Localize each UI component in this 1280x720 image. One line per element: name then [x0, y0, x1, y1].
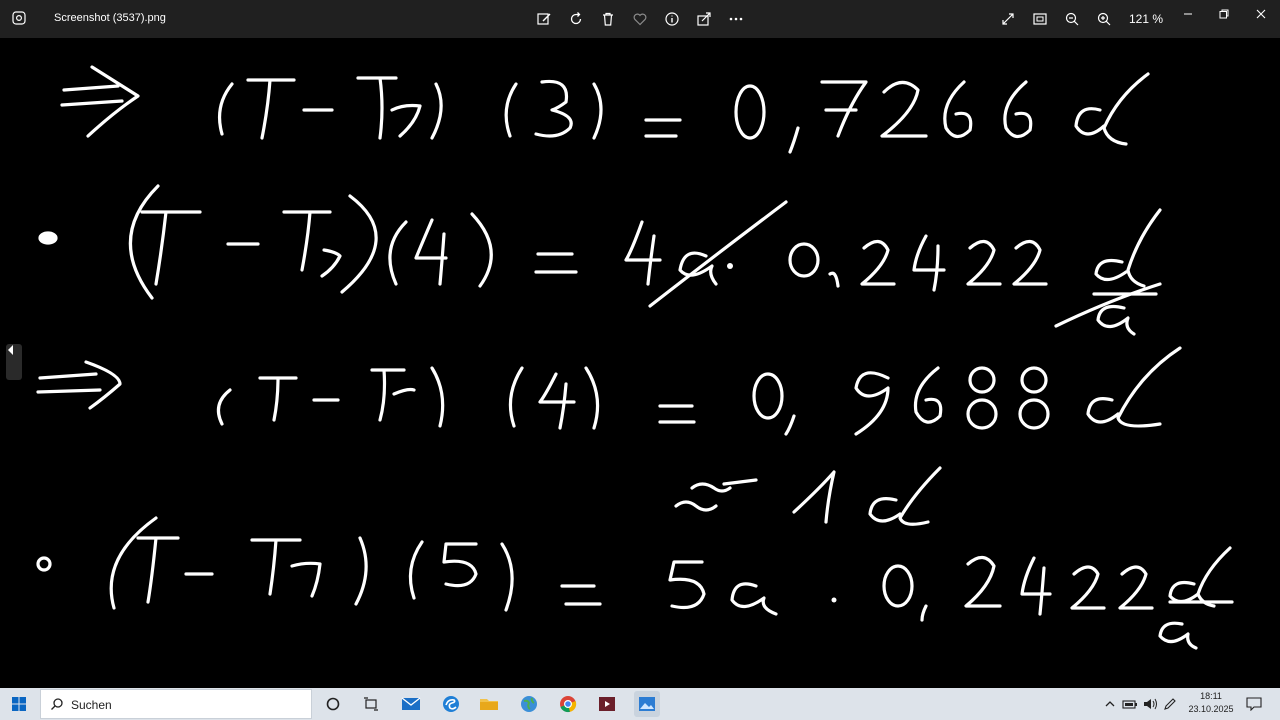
photos-icon [639, 697, 655, 711]
image-viewer-canvas: ⇒ (T−T1)(3) = 0,7266d [0, 38, 1280, 688]
pen-icon [1164, 698, 1176, 710]
expand-icon [1002, 13, 1014, 25]
share-icon [697, 12, 711, 26]
chrome-browser-button[interactable] [555, 691, 581, 717]
zoom-out-button[interactable] [1060, 7, 1084, 31]
film-icon [599, 697, 615, 711]
photos-app-button[interactable] [634, 691, 660, 717]
speaker-icon [1144, 698, 1157, 710]
minimize-icon [1184, 13, 1192, 15]
chrome-icon [560, 696, 577, 713]
zoom-out-icon [1065, 12, 1079, 26]
equation-line-3: ⇒ (T−T1)(4) = 0,9688d ≈ 1d [36, 346, 1182, 526]
rotate-button[interactable] [564, 7, 588, 31]
video-editor-button[interactable] [594, 691, 620, 717]
fit-icon [1033, 13, 1047, 25]
restore-icon [1219, 9, 1229, 19]
windows-icon [12, 697, 26, 711]
previous-image-button[interactable] [6, 344, 22, 380]
expand-button[interactable] [996, 7, 1020, 31]
clock-time: 18:11 [1200, 691, 1222, 701]
more-options-button[interactable] [724, 7, 748, 31]
battery-status[interactable] [1122, 696, 1138, 712]
cortana-button[interactable] [320, 691, 346, 717]
info-icon [665, 12, 679, 26]
clock-date: 23.10.2025 [1188, 704, 1234, 714]
equation-line-2: • (T−T1)(4) = 4a · 0,2422 d/a [38, 184, 1162, 336]
heart-icon [633, 13, 647, 26]
close-button[interactable] [1247, 4, 1275, 24]
edge-browser-button[interactable] [438, 691, 464, 717]
show-hidden-icons-button[interactable] [1102, 696, 1118, 712]
mail-icon [401, 697, 421, 710]
share-button[interactable] [692, 7, 716, 31]
cortana-icon [326, 697, 340, 711]
chevron-up-icon [1105, 701, 1115, 707]
battery-icon [1122, 700, 1137, 709]
favorite-button[interactable] [628, 7, 652, 31]
file-explorer-button[interactable] [476, 691, 502, 717]
zoom-in-icon [1097, 12, 1111, 26]
start-button[interactable] [6, 692, 32, 716]
system-clock[interactable]: 18:11 23.10.2025 [1186, 690, 1236, 716]
world-app-button[interactable] [516, 691, 542, 717]
volume-control[interactable] [1142, 696, 1158, 712]
pen-workspace-button[interactable] [1162, 696, 1178, 712]
task-view-button[interactable] [358, 691, 384, 717]
chevron-left-icon [8, 345, 13, 355]
fit-to-window-button[interactable] [1028, 7, 1052, 31]
trash-icon [603, 12, 613, 26]
zoom-in-button[interactable] [1092, 7, 1116, 31]
search-icon [51, 698, 63, 710]
equation-line-4: • (T−T1)(5) = 5a · 0,2422 d/a [36, 516, 1234, 650]
globe-icon [521, 696, 537, 712]
equation-line-1: ⇒ (T−T1)(3) = 0,7266d [60, 65, 1150, 154]
zoom-level[interactable]: 121 % [1129, 12, 1163, 26]
task-view-icon [364, 697, 378, 711]
handwritten-image: ⇒ (T−T1)(3) = 0,7266d • (T−T1)(4) = 4a ·… [36, 65, 1234, 650]
taskbar: Suchen 18:11 23.10.2025 [0, 688, 1280, 720]
edit-icon [537, 13, 551, 25]
folder-icon [480, 699, 498, 710]
close-icon [1256, 9, 1266, 19]
search-placeholder: Suchen [71, 698, 112, 712]
more-icon [729, 17, 743, 21]
rotate-icon [570, 12, 582, 25]
maximize-button[interactable] [1210, 4, 1238, 24]
edit-image-button[interactable] [532, 7, 556, 31]
notifications-button[interactable] [1246, 696, 1262, 712]
file-info-button[interactable] [660, 7, 684, 31]
window-title: Screenshot (3537).png [54, 12, 166, 24]
edge-icon [443, 696, 459, 712]
title-bar: Screenshot (3537).png 121 % [0, 0, 1280, 38]
delete-button[interactable] [596, 7, 620, 31]
minimize-button[interactable] [1174, 4, 1202, 24]
taskbar-search-box[interactable]: Suchen [40, 689, 312, 719]
notification-icon [1246, 697, 1262, 711]
mail-app-button[interactable] [398, 691, 424, 717]
photos-app-icon [12, 11, 26, 25]
